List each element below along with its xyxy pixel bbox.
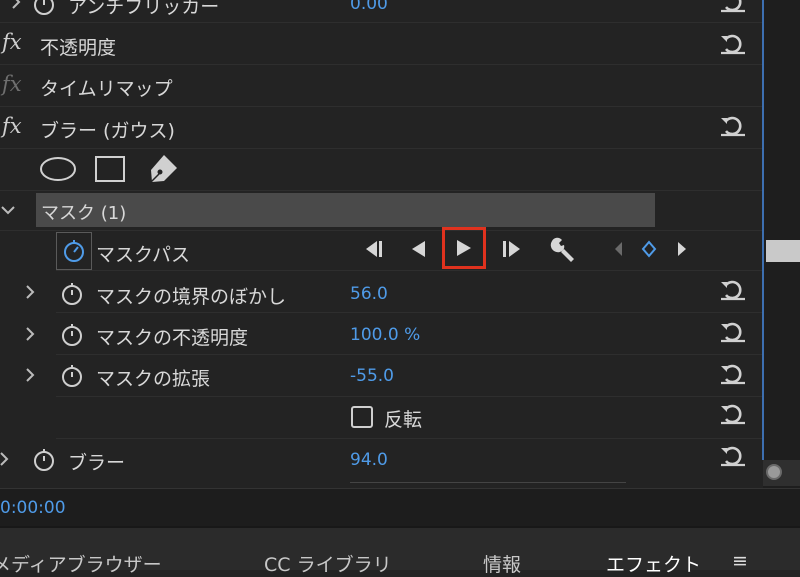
mask-path-clip-bar[interactable] — [766, 240, 800, 262]
tab-media-browser[interactable]: メディアブラウザー — [0, 550, 162, 577]
tab-info[interactable]: 情報 — [483, 550, 521, 577]
mask-header[interactable]: マスク (1) — [36, 193, 655, 227]
mask-feather-label: マスクの境界のぼかし — [96, 286, 287, 308]
next-keyframe-button[interactable] — [672, 232, 692, 266]
reset-mask-inverted-button[interactable] — [718, 400, 748, 426]
track-forward-all-button[interactable] — [496, 232, 528, 266]
mask-opacity-value[interactable]: 100.0 % — [350, 325, 420, 345]
wrench-icon — [550, 237, 574, 262]
reset-anti-flicker-button[interactable] — [718, 0, 748, 14]
reset-mask-expansion-button[interactable] — [718, 360, 748, 386]
gaussian-blur-effect-label: ブラー (ガウス) — [40, 120, 175, 142]
mask-inverted-label: 反転 — [384, 409, 423, 431]
reset-opacity-button[interactable] — [718, 30, 748, 56]
chevron-right-icon — [678, 242, 686, 256]
reset-icon — [721, 116, 745, 137]
ellipse-mask-icon[interactable] — [38, 155, 78, 183]
fx-icon[interactable]: fx — [2, 114, 22, 138]
reset-mask-opacity-button[interactable] — [718, 318, 748, 344]
tracking-settings-button[interactable] — [546, 232, 578, 266]
expand-chevron-icon[interactable] — [22, 367, 38, 383]
stopwatch-icon — [64, 240, 84, 262]
stopwatch-icon[interactable] — [60, 280, 84, 306]
bottom-panel-tabs: メディアブラウザー CC ライブラリ 情報 エフェクト ≡ — [0, 526, 800, 576]
expand-chevron-icon[interactable] — [22, 326, 38, 342]
reset-icon — [721, 280, 745, 301]
scroll-handle[interactable] — [766, 464, 782, 480]
expand-chevron-icon[interactable] — [22, 284, 38, 300]
stopwatch-icon[interactable] — [32, 0, 56, 16]
timecode-bar: 0:00:00 — [0, 488, 800, 527]
reset-icon — [721, 446, 745, 467]
add-keyframe-button[interactable] — [636, 232, 662, 266]
step-to-start-icon — [366, 241, 382, 257]
blur-value[interactable]: 94.0 — [350, 450, 388, 470]
reset-gaussian-blur-button[interactable] — [718, 112, 748, 138]
reset-mask-feather-button[interactable] — [718, 276, 748, 302]
mask-expansion-value[interactable]: -55.0 — [350, 366, 394, 386]
step-back-icon — [412, 241, 425, 257]
rectangle-mask-icon[interactable] — [94, 155, 128, 185]
mask-inverted-checkbox[interactable] — [351, 406, 373, 428]
collapse-chevron-icon[interactable] — [0, 202, 16, 218]
chevron-left-icon — [615, 242, 622, 256]
stopwatch-icon[interactable] — [32, 446, 56, 472]
mask-path-label: マスクパス — [96, 244, 191, 266]
reset-icon — [721, 404, 745, 425]
pen-mask-icon[interactable] — [146, 152, 180, 186]
stopwatch-icon[interactable] — [60, 321, 84, 347]
time-remap-effect-label: タイムリマップ — [40, 78, 173, 100]
mask-opacity-label: マスクの不透明度 — [96, 327, 249, 349]
blur-label: ブラー — [68, 452, 126, 474]
track-forward-one-button[interactable] — [442, 227, 486, 269]
keyframe-icon — [641, 240, 657, 258]
reset-blur-button[interactable] — [718, 442, 748, 468]
fx-icon[interactable]: fx — [2, 30, 22, 54]
tab-effects[interactable]: エフェクト — [606, 550, 701, 577]
fx-icon-disabled: fx — [2, 72, 22, 96]
anti-flicker-label: アンチフリッカー — [68, 0, 220, 18]
reset-icon — [721, 322, 745, 343]
reset-icon — [721, 364, 745, 385]
anti-flicker-value[interactable]: 0.00 — [350, 0, 388, 14]
play-forward-icon — [457, 240, 471, 256]
reset-icon — [721, 0, 745, 13]
step-to-end-icon — [503, 241, 520, 257]
tab-cc-libraries[interactable]: CC ライブラリ — [264, 550, 392, 577]
mask-path-stopwatch-box[interactable] — [56, 232, 92, 270]
track-back-all-button[interactable] — [358, 232, 390, 266]
stopwatch-icon[interactable] — [60, 362, 84, 388]
timecode-display[interactable]: 0:00:00 — [0, 498, 66, 518]
opacity-effect-label: 不透明度 — [40, 37, 117, 59]
expand-chevron-icon[interactable] — [0, 451, 12, 467]
previous-keyframe-button[interactable] — [608, 232, 628, 266]
mask-feather-value[interactable]: 56.0 — [350, 284, 388, 304]
expand-chevron-icon[interactable] — [8, 0, 24, 10]
tab-menu-icon[interactable]: ≡ — [732, 550, 748, 572]
mask-expansion-label: マスクの拡張 — [96, 368, 211, 390]
timeline-edge-line — [762, 0, 764, 460]
track-back-one-button[interactable] — [402, 232, 434, 266]
reset-icon — [721, 34, 745, 55]
mask-header-label: マスク (1) — [41, 203, 127, 224]
